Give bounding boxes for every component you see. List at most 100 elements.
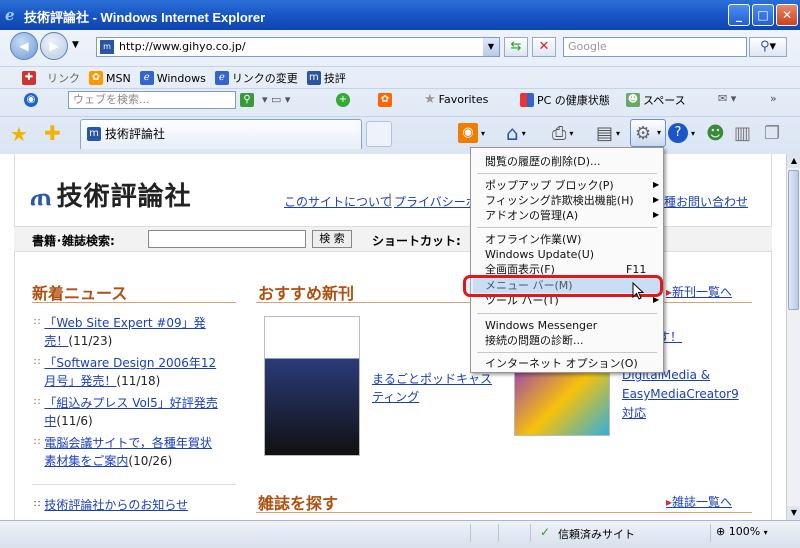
windows-live-icon[interactable]: ◉ — [24, 93, 38, 107]
tools-button[interactable]: ⚙ ▾ — [630, 119, 666, 147]
news-bottom-divider — [32, 484, 236, 485]
page-button[interactable]: ▤ ▾ — [596, 119, 620, 147]
search-button[interactable]: ⚲▾ — [749, 37, 787, 57]
notice-item: ∷ 技術評論社からのお知らせ — [34, 496, 234, 514]
menu-item-diagnose-connection[interactable]: 接続の問題の診断... — [485, 333, 584, 348]
add-favorite-icon[interactable]: ✚ — [44, 121, 61, 145]
maximize-button[interactable]: □ — [752, 4, 774, 26]
windows-icon: ℯ — [139, 71, 154, 85]
submenu-arrow-icon: ▶ — [653, 180, 660, 189]
link-privacy[interactable]: プライバシーポ — [394, 193, 478, 210]
news-item: ∷ 「Web Site Expert #09」発売！(11/23) — [34, 314, 219, 350]
pc-health-item[interactable]: PC の健康状態 — [520, 92, 610, 108]
news-item: ∷ 「Software Design 2006年12月号」発売！(11/18) — [34, 354, 219, 390]
menu-item-work-offline[interactable]: オフライン作業(W) — [485, 232, 581, 247]
close-button[interactable]: ✕ — [776, 4, 798, 26]
new-list-link[interactable]: ▸新刊一覧へ — [666, 283, 732, 300]
site-logo[interactable]: ጠ 技術評論社 — [30, 176, 192, 213]
back-button[interactable]: ◀ — [10, 32, 38, 60]
notice-link[interactable]: 技術評論社からのお知らせ — [44, 496, 188, 514]
menu-item-popup-blocker[interactable]: ポップアップ ブロック(P) — [485, 178, 614, 193]
link-contact[interactable]: 種お問い合わせ — [664, 193, 748, 210]
messenger-button[interactable]: ☻ — [706, 119, 725, 147]
link-gihyo[interactable]: 技評 — [324, 70, 346, 86]
link-windows[interactable]: Windows — [157, 72, 206, 85]
help-icon: ? — [668, 123, 688, 143]
magazine-list-link[interactable]: ▸雑誌一覧へ — [666, 493, 732, 510]
favorites-item[interactable]: ★ Favorites — [424, 92, 488, 107]
checkmark-icon: ✓ — [540, 525, 551, 539]
home-button[interactable]: ⌂ ▾ — [506, 119, 526, 147]
bullet-icon: ∷ — [34, 499, 41, 510]
new-tab-button[interactable] — [366, 121, 392, 147]
minimize-button[interactable]: _ — [728, 4, 750, 26]
search-box[interactable]: Google — [563, 37, 747, 57]
research-icon: ▥ — [734, 122, 752, 144]
favorites-center-icon[interactable]: ★ — [10, 122, 28, 146]
stop-button[interactable]: ✕ — [532, 37, 556, 57]
news-date: (11/18) — [116, 374, 161, 388]
menu-item-manage-addons[interactable]: アドオンの管理(A) — [485, 208, 578, 223]
news-item: ∷ 「組込みプレス Vol5」好評発売中(11/6) — [34, 394, 219, 430]
refresh-button[interactable]: ⇆ — [504, 37, 528, 57]
tools-menu: 閲覧の履歴の削除(D)... ポップアップ ブロック(P) ▶ フィッシング詐欺… — [470, 147, 664, 373]
tab-gihyo[interactable]: m 技術評論社 — [80, 119, 362, 149]
forward-button[interactable]: ▶ — [40, 32, 68, 60]
news-date: (11/6) — [56, 414, 93, 428]
book-cover-podcasting[interactable] — [264, 316, 360, 456]
research-button[interactable]: ▥ — [734, 119, 751, 147]
book-search-input[interactable] — [148, 230, 306, 248]
add-link-icon[interactable]: ✚ — [22, 71, 36, 85]
menu-item-internet-options[interactable]: インターネット オプション(O) — [485, 356, 638, 371]
link-about[interactable]: このサイトについて — [284, 193, 392, 210]
copy-icon: ❐ — [764, 122, 781, 144]
mail-icon[interactable]: ✉ ▾ — [718, 92, 736, 105]
toolbar-chevron-icon[interactable]: » — [770, 92, 777, 105]
pc-health-label: PC の健康状態 — [537, 94, 610, 107]
book2-line: EasyMediaCreator9 — [622, 387, 739, 401]
book1-title-link[interactable]: まるごとポッドキャスティング — [372, 370, 492, 406]
spaces-item[interactable]: ☻ スペース — [626, 92, 686, 108]
msn-butterfly-icon[interactable]: ✿ — [378, 93, 392, 107]
recent-pages-dropdown-icon[interactable]: ▼ — [72, 40, 79, 50]
copy-button[interactable]: ❐ — [764, 119, 780, 147]
toolbar-options-icon[interactable]: ▾ ▭ ▾ — [262, 93, 290, 106]
book-search-button[interactable]: 検 索 — [312, 230, 352, 248]
site-favicon-icon: m — [100, 40, 114, 54]
print-button[interactable]: ⎙ ▾ — [552, 119, 573, 147]
bullet-icon: ∷ — [34, 437, 41, 448]
magazine-divider — [256, 512, 752, 513]
scroll-thumb[interactable] — [788, 170, 799, 310]
menu-item-phishing-filter[interactable]: フィッシング詐欺検出機能(H) — [485, 193, 634, 208]
home-icon: ⌂ — [506, 121, 519, 145]
book2-line: 対応 — [622, 406, 647, 420]
address-field[interactable]: m http://www.gihyo.co.jp/ ▼ — [96, 37, 500, 57]
scroll-up-icon[interactable]: ▲ — [787, 154, 800, 168]
menu-item-windows-update[interactable]: Windows Update(U) — [485, 247, 594, 262]
title-bar: ℯ 技術評論社 - Windows Internet Explorer _ □ … — [0, 0, 800, 30]
links-label: リンク — [47, 72, 80, 85]
page-icon: ▤ — [596, 122, 614, 144]
link-customize[interactable]: リンクの変更 — [232, 70, 298, 86]
web-search-input[interactable]: ウェブを検索... — [68, 91, 236, 109]
address-dropdown-icon[interactable]: ▼ — [483, 38, 499, 56]
menu-separator — [477, 173, 657, 174]
link-msn[interactable]: MSN — [106, 72, 131, 85]
bullet-icon: ∷ — [34, 357, 41, 368]
scroll-down-icon[interactable]: ▼ — [787, 506, 800, 520]
shield-icon — [520, 93, 534, 107]
zoom-control[interactable]: ⊕ 100% ▾ — [716, 525, 768, 538]
gear-icon: ⚙ — [635, 123, 652, 144]
status-cell — [498, 524, 528, 542]
ie-link-icon: ℯ — [214, 71, 229, 85]
feeds-button[interactable]: ◉ ▾ — [458, 119, 485, 147]
help-button[interactable]: ? ▾ — [668, 119, 695, 147]
menu-item-windows-messenger[interactable]: Windows Messenger — [485, 318, 597, 333]
menu-item-delete-history[interactable]: 閲覧の履歴の削除(D)... — [485, 154, 601, 169]
tab-favicon-icon: m — [87, 127, 101, 141]
new-list-label: 新刊一覧へ — [672, 285, 733, 299]
add-icon[interactable]: + — [336, 93, 350, 107]
vertical-scrollbar[interactable]: ▲ ▼ — [786, 154, 800, 520]
news-date: (11/23) — [68, 334, 113, 348]
web-search-go-icon[interactable]: ⚲ — [240, 93, 254, 107]
